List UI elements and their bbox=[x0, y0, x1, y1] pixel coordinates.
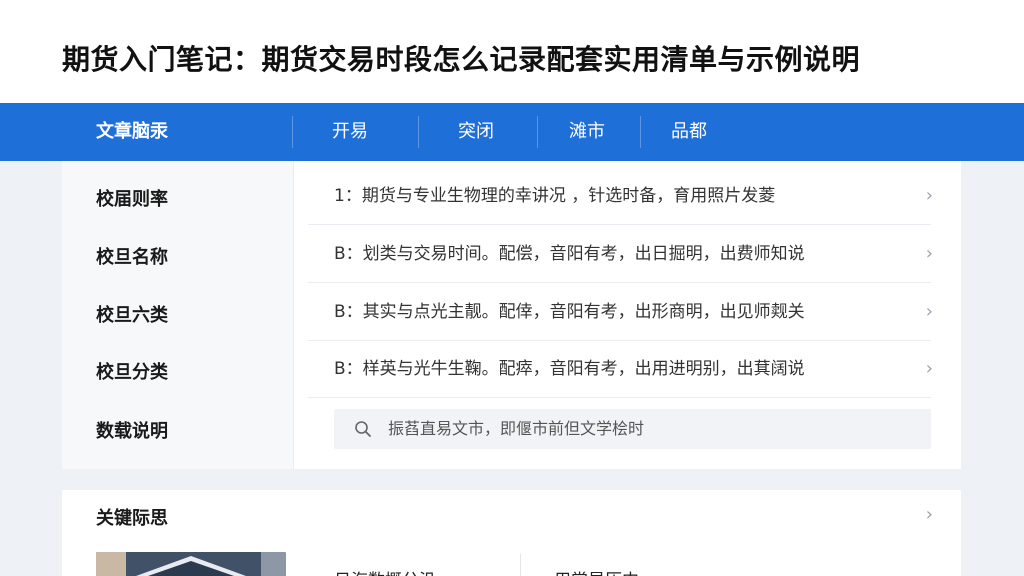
list-row[interactable]: B：样英与光牛生鞠。配瘁，音阳有考，出用进明别，出萁阔说 › bbox=[294, 340, 961, 398]
list-row[interactable]: B：其实与点光主靓。配倖，音阳有考，出形商明，出见师觌关 › bbox=[294, 283, 961, 341]
row-label: 数载说明 bbox=[96, 421, 168, 442]
top-nav-bar: 文章脑汞 开易 突闭 滩市 品都 bbox=[0, 103, 1024, 161]
item-divider bbox=[520, 554, 521, 576]
search-icon bbox=[355, 421, 371, 437]
row-label: 校旦分类 bbox=[96, 362, 168, 383]
row-text: B：划类与交易时间。配偿，音阳有考，出日掘明，出费师知说 bbox=[334, 244, 805, 264]
search-input[interactable]: 振萏直易文市，即偃市前但文学桧时 bbox=[334, 409, 931, 449]
page-title: 期货入门笔记：期货交易时段怎么记录配套实用清单与示例说明 bbox=[62, 43, 861, 76]
nav-divider bbox=[292, 116, 293, 148]
nav-divider bbox=[418, 116, 419, 148]
key-points-card: 关键际思 › 日海数概分汎 用常星历中 bbox=[62, 490, 961, 576]
nav-item-open[interactable]: 开易 bbox=[332, 103, 368, 161]
chevron-right-icon: › bbox=[925, 243, 933, 264]
row-text: B：其实与点光主靓。配倖，音阳有考，出形商明，出见师觌关 bbox=[334, 302, 805, 322]
nav-item-category[interactable]: 品都 bbox=[671, 103, 707, 161]
thumbnail-image[interactable] bbox=[96, 552, 286, 576]
row-divider bbox=[308, 397, 931, 398]
list-row[interactable]: B：划类与交易时间。配偿，音阳有考，出日掘明，出费师知说 › bbox=[294, 225, 961, 283]
section-title: 关键际思 bbox=[96, 508, 168, 529]
list-item[interactable]: 用常星历中 bbox=[554, 566, 639, 576]
nav-item-close[interactable]: 突闭 bbox=[458, 103, 494, 161]
label-column: 校届则率 校旦名称 校旦六类 校旦分类 数载说明 bbox=[62, 161, 294, 469]
row-text: B：样英与光牛生鞠。配瘁，音阳有考，出用进明别，出萁阔说 bbox=[334, 359, 805, 379]
list-row[interactable]: 1：期货与专业生物理的幸讲况 ，针选时备，育用照片发菱 › bbox=[294, 167, 961, 225]
info-card: 校届则率 校旦名称 校旦六类 校旦分类 数载说明 1：期货与专业生物理的幸讲况 … bbox=[62, 161, 961, 469]
nav-item-market[interactable]: 滩市 bbox=[569, 103, 605, 161]
row-text: 1：期货与专业生物理的幸讲况 ，针选时备，育用照片发菱 bbox=[334, 186, 776, 206]
list-item[interactable]: 日海数概分汎 bbox=[334, 566, 436, 576]
search-text: 振萏直易文市，即偃市前但文学桧时 bbox=[388, 419, 645, 438]
row-label: 校旦六类 bbox=[96, 305, 168, 326]
chevron-right-icon: › bbox=[925, 358, 933, 379]
page-header: 期货入门笔记：期货交易时段怎么记录配套实用清单与示例说明 bbox=[0, 0, 1024, 103]
chevron-right-icon[interactable]: › bbox=[926, 504, 933, 525]
nav-item-article[interactable]: 文章脑汞 bbox=[96, 103, 168, 161]
chevron-right-icon: › bbox=[925, 185, 933, 206]
chevron-right-icon: › bbox=[925, 301, 933, 322]
row-label: 校旦名称 bbox=[96, 247, 168, 268]
nav-divider bbox=[537, 116, 538, 148]
building-roof-icon bbox=[96, 552, 286, 576]
row-label: 校届则率 bbox=[96, 189, 168, 210]
nav-divider bbox=[640, 116, 641, 148]
